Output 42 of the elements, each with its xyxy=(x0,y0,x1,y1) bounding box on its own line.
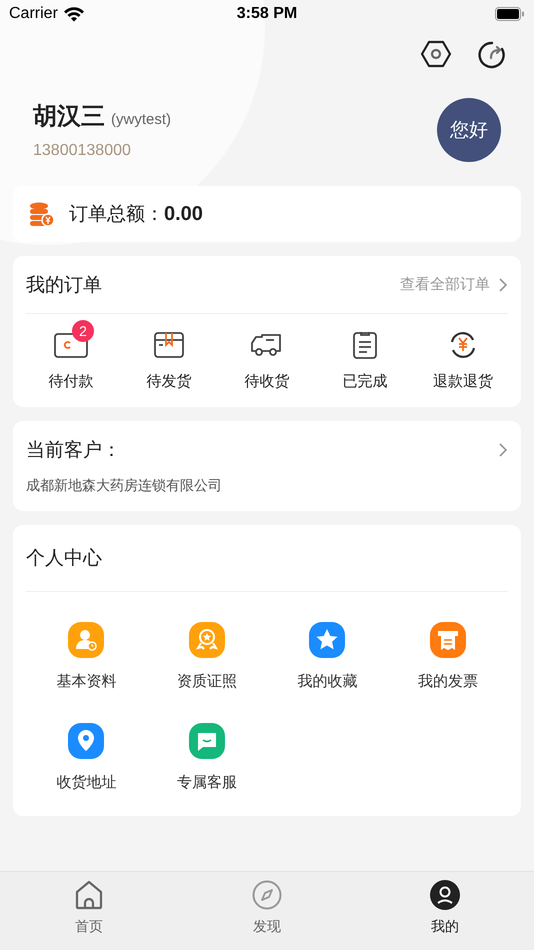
coins-icon xyxy=(29,201,55,227)
customer-name: 成都新地森大药房连锁有限公司 xyxy=(26,477,223,495)
refund-icon xyxy=(449,331,477,359)
wifi-icon xyxy=(62,6,85,22)
menu-item[interactable]: 专属客服 xyxy=(146,723,267,792)
home-icon xyxy=(74,880,104,910)
user-icon xyxy=(430,880,460,910)
clipboard-icon xyxy=(353,331,377,359)
compass-icon xyxy=(252,880,282,910)
menu-item[interactable]: 基本资料 xyxy=(26,622,146,691)
order-status-button[interactable]: 待发货 xyxy=(124,318,214,391)
tab[interactable]: 我的 xyxy=(395,880,495,936)
package-icon xyxy=(154,331,184,359)
menu-item[interactable]: 我的收藏 xyxy=(267,622,388,691)
order-status-button[interactable]: 2 待付款 xyxy=(26,318,116,391)
carrier-name: Carrier xyxy=(9,5,58,23)
settings-icon[interactable] xyxy=(420,40,452,68)
count-badge: 2 xyxy=(72,320,94,342)
tab[interactable]: 发现 xyxy=(217,880,317,936)
battery-icon xyxy=(495,7,525,21)
account-id: (ywytest) xyxy=(111,111,171,128)
order-status-button[interactable]: 退款退货 xyxy=(418,318,508,391)
avatar[interactable]: 您好 xyxy=(437,98,501,162)
customer-label: 当前客户： xyxy=(26,438,121,463)
menu-item[interactable]: 资质证照 xyxy=(146,622,267,691)
order-status-button[interactable]: 待收货 xyxy=(222,318,312,391)
refresh-icon[interactable] xyxy=(478,40,508,70)
section-title: 我的订单 xyxy=(26,272,102,298)
tab[interactable]: 首页 xyxy=(39,880,139,936)
menu-item[interactable]: 收货地址 xyxy=(26,723,146,792)
section-title: 个人中心 xyxy=(26,546,103,571)
order-total-label: 订单总额： xyxy=(69,202,164,227)
current-customer-card[interactable]: 当前客户： 成都新地森大药房连锁有限公司 xyxy=(13,421,521,511)
chevron-icon xyxy=(498,442,508,458)
phone-number: 13800138000 xyxy=(33,142,132,160)
order-total-value: 0.00 xyxy=(164,202,203,226)
chevron-icon xyxy=(498,276,508,292)
status-time: 3:58 PM xyxy=(236,5,298,23)
order-status-button[interactable]: 已完成 xyxy=(320,318,410,391)
user-name: 胡汉三 xyxy=(33,101,105,132)
menu-item[interactable]: 我的发票 xyxy=(388,622,508,691)
truck-icon xyxy=(251,332,283,358)
